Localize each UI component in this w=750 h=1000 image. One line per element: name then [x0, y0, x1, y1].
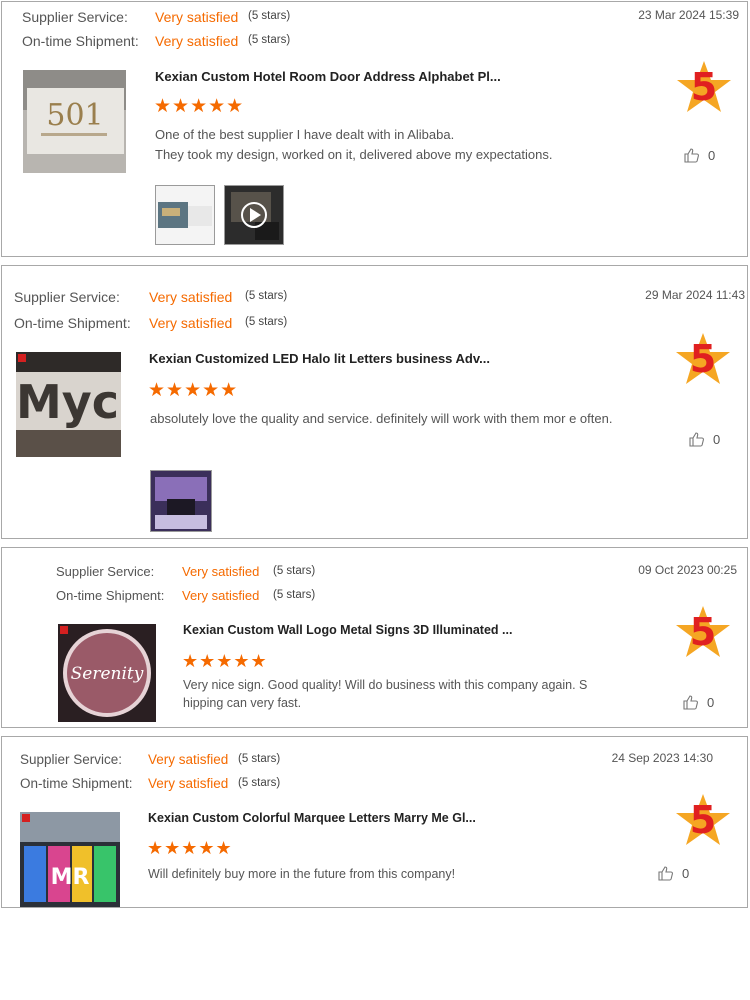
supplier-service-label: Supplier Service:	[56, 564, 155, 579]
thumbs-up-icon	[689, 432, 704, 447]
photo-thumbnail-icon	[156, 186, 214, 244]
supplier-service-label: Supplier Service:	[14, 289, 120, 305]
product-image[interactable]: Myc	[16, 352, 121, 457]
on-time-shipment-rating: Very satisfied	[155, 33, 239, 49]
review-card: Supplier Service: Very satisfied (5 star…	[1, 265, 748, 539]
on-time-shipment-label: On-time Shipment:	[56, 588, 165, 603]
rating-stars: ★★★★★	[182, 651, 268, 671]
product-title[interactable]: Kexian Custom Colorful Marquee Letters M…	[148, 811, 476, 825]
on-time-shipment-stars: (5 stars)	[238, 777, 281, 789]
on-time-shipment-stars: (5 stars)	[248, 34, 291, 46]
review-card: Supplier Service: Very satisfied (5 star…	[1, 1, 748, 257]
score-badge: 5	[674, 331, 732, 387]
review-text: Very nice sign. Good quality! Will do bu…	[183, 678, 588, 710]
score-badge: 5	[674, 792, 732, 848]
review-card: Supplier Service: Very satisfied (5 star…	[1, 547, 748, 728]
supplier-service-label: Supplier Service:	[22, 9, 128, 25]
on-time-shipment-stars: (5 stars)	[245, 316, 288, 328]
review-date: 29 Mar 2024 11:43	[645, 288, 745, 302]
review-date: 23 Mar 2024 15:39	[638, 8, 739, 22]
score-badge-number: 5	[689, 337, 717, 381]
like-button[interactable]: 0	[688, 431, 720, 448]
halo-lit-letters-icon: Myc	[16, 352, 121, 457]
rating-stars: ★★★★★	[147, 838, 233, 858]
photo-thumbnail-icon	[151, 471, 211, 531]
door-number-plate-icon: 501	[23, 70, 126, 173]
product-title[interactable]: Kexian Custom Hotel Room Door Address Al…	[155, 69, 501, 84]
score-badge-number: 5	[689, 610, 717, 654]
supplier-service-rating: Very satisfied	[182, 564, 260, 579]
thumbs-up-icon	[683, 695, 698, 710]
review-text: absolutely love the quality and service.…	[150, 411, 613, 426]
sign-logo-text: Serenity	[71, 664, 144, 684]
on-time-shipment-label: On-time Shipment:	[22, 33, 139, 49]
thumbs-up-icon	[658, 866, 673, 881]
product-title[interactable]: Kexian Custom Wall Logo Metal Signs 3D I…	[183, 623, 512, 637]
supplier-service-rating: Very satisfied	[155, 9, 239, 25]
like-button[interactable]: 0	[657, 865, 689, 882]
review-date: 24 Sep 2023 14:30	[611, 751, 713, 765]
supplier-service-stars: (5 stars)	[238, 753, 281, 765]
review-video[interactable]	[224, 185, 284, 245]
product-image[interactable]: Serenity	[58, 624, 156, 722]
on-time-shipment-stars: (5 stars)	[273, 589, 316, 601]
on-time-shipment-rating: Very satisfied	[182, 588, 260, 603]
like-count: 0	[707, 695, 715, 710]
score-badge: 5	[675, 59, 733, 115]
like-count: 0	[713, 432, 721, 447]
marquee-letters-icon: MR	[20, 812, 120, 907]
rating-stars: ★★★★★	[154, 96, 245, 117]
supplier-service-rating: Very satisfied	[148, 752, 229, 767]
video-thumbnail-icon	[225, 186, 283, 244]
like-button[interactable]: 0	[683, 147, 715, 164]
thumbs-up-icon	[684, 148, 699, 163]
product-image[interactable]: MR	[20, 812, 120, 907]
review-text: One of the best supplier I have dealt wi…	[155, 127, 553, 162]
sign-letters: Myc	[16, 375, 119, 429]
product-title[interactable]: Kexian Customized LED Halo lit Letters b…	[149, 351, 490, 366]
product-image[interactable]: 501	[23, 70, 126, 173]
review-text: Will definitely buy more in the future f…	[148, 867, 456, 881]
on-time-shipment-label: On-time Shipment:	[20, 776, 133, 791]
review-photo[interactable]	[155, 185, 215, 245]
score-badge-number: 5	[690, 65, 718, 109]
like-button[interactable]: 0	[682, 694, 714, 711]
marquee-text: MR	[51, 865, 90, 890]
supplier-service-label: Supplier Service:	[20, 752, 123, 767]
on-time-shipment-rating: Very satisfied	[149, 315, 233, 331]
like-count: 0	[682, 866, 690, 881]
illuminated-logo-sign-icon: Serenity	[58, 624, 156, 722]
supplier-service-stars: (5 stars)	[273, 565, 316, 577]
review-photo[interactable]	[150, 470, 212, 532]
supplier-service-rating: Very satisfied	[149, 289, 233, 305]
plate-number: 501	[46, 98, 103, 133]
like-count: 0	[708, 148, 716, 163]
score-badge-number: 5	[689, 798, 717, 842]
review-date: 09 Oct 2023 00:25	[638, 563, 737, 577]
rating-stars: ★★★★★	[148, 380, 239, 401]
supplier-service-stars: (5 stars)	[245, 290, 288, 302]
on-time-shipment-label: On-time Shipment:	[14, 315, 131, 331]
supplier-service-stars: (5 stars)	[248, 10, 291, 22]
score-badge: 5	[674, 604, 732, 660]
on-time-shipment-rating: Very satisfied	[148, 776, 229, 791]
review-card: Supplier Service: Very satisfied (5 star…	[1, 736, 748, 908]
